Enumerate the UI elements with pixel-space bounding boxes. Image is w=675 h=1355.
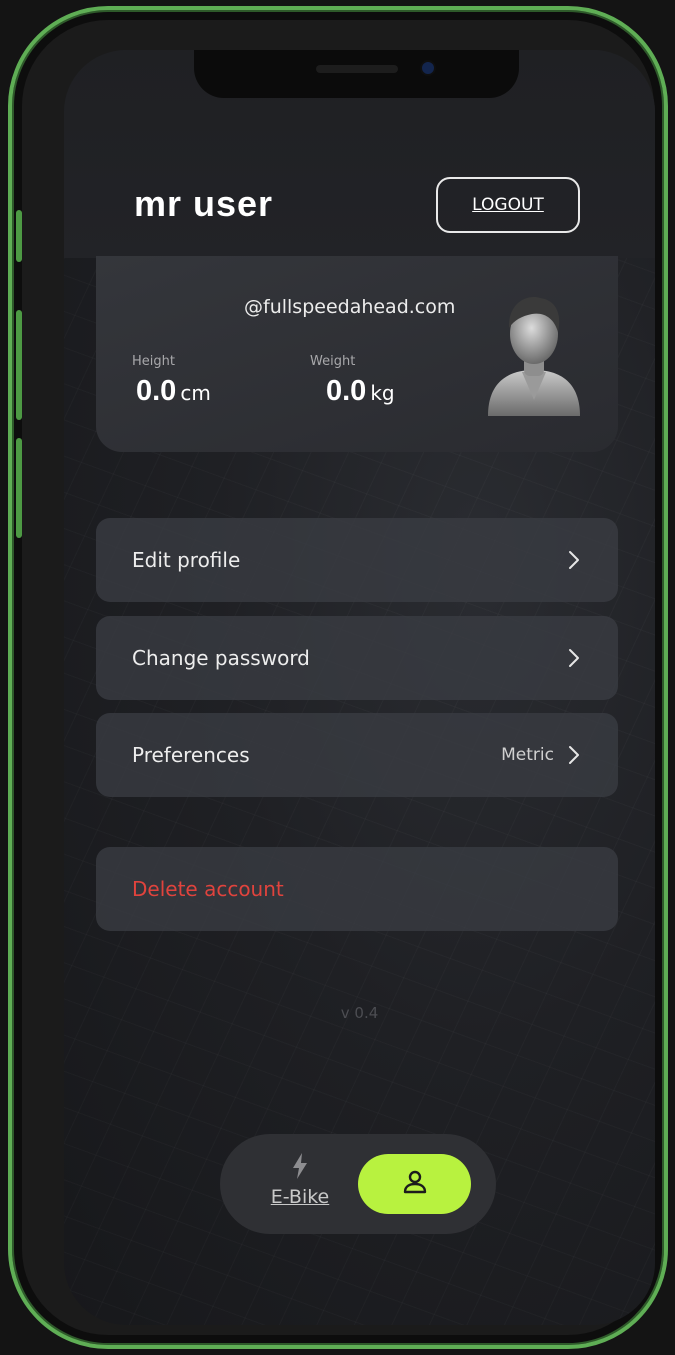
screen: mr user LOGOUT @fullspeedahead.com Heigh… (64, 50, 655, 1325)
bottom-tab-bar: E-Bike (220, 1134, 496, 1234)
preferences-item[interactable]: Preferences Metric (96, 713, 618, 797)
lightning-icon (290, 1153, 310, 1184)
chevron-right-icon (568, 550, 582, 570)
email-text: @fullspeedahead.com (244, 296, 456, 318)
edit-profile-item[interactable]: Edit profile (96, 518, 618, 602)
tab-ebike-label: E-Bike (270, 1186, 330, 1208)
weight-unit: kg (370, 381, 395, 405)
speaker-grill (316, 65, 398, 73)
weight-value-row: 0.0 kg (322, 375, 395, 408)
chevron-right-icon (568, 745, 582, 765)
height-value: 0.0 (136, 375, 177, 407)
change-password-label: Change password (132, 646, 310, 670)
notch (194, 50, 519, 98)
side-button (16, 438, 22, 538)
profile-card: @fullspeedahead.com Height 0.0 cm Weight … (96, 256, 618, 452)
logout-button[interactable]: LOGOUT (436, 177, 580, 233)
person-icon (402, 1169, 428, 1199)
height-stat: Height 0.0 cm (132, 354, 211, 408)
height-value-row: 0.0 cm (132, 375, 211, 408)
height-unit: cm (180, 381, 211, 405)
tab-profile[interactable] (358, 1154, 471, 1214)
version-text: v 0.4 (340, 1004, 379, 1022)
delete-account-label: Delete account (132, 877, 284, 901)
delete-account-button[interactable]: Delete account (96, 847, 618, 931)
user-name: mr user (134, 183, 274, 224)
phone-frame: mr user LOGOUT @fullspeedahead.com Heigh… (8, 6, 668, 1349)
edit-profile-label: Edit profile (132, 548, 241, 572)
weight-stat: Weight 0.0 kg (310, 354, 395, 408)
side-button (16, 310, 22, 420)
weight-label: Weight (310, 354, 356, 369)
user-avatar-icon (484, 288, 584, 420)
height-label: Height (132, 354, 175, 369)
tab-ebike[interactable]: E-Bike (260, 1152, 340, 1208)
preferences-label: Preferences (132, 743, 250, 767)
weight-value: 0.0 (326, 375, 367, 407)
chevron-right-icon (568, 648, 582, 668)
camera-icon (422, 62, 434, 74)
preferences-value: Metric (501, 745, 554, 765)
side-button (16, 210, 22, 262)
change-password-item[interactable]: Change password (96, 616, 618, 700)
